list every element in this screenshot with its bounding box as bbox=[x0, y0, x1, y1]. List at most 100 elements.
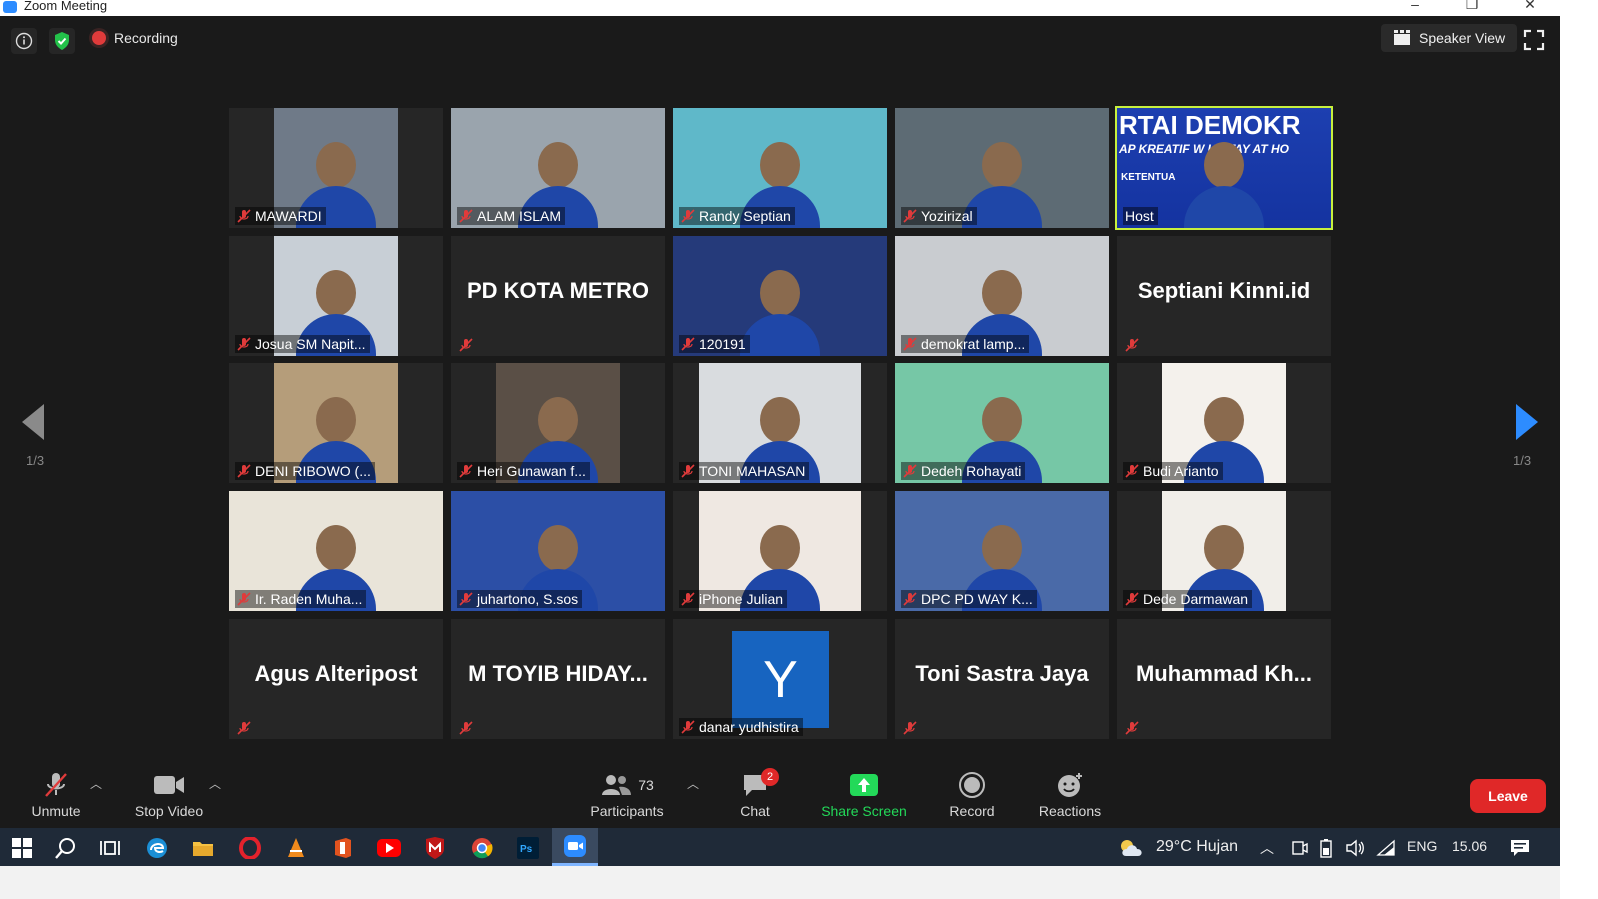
chrome-browser-icon[interactable] bbox=[468, 834, 496, 862]
reactions-button[interactable]: Reactions bbox=[1034, 771, 1106, 819]
record-button[interactable]: Record bbox=[944, 771, 1000, 819]
participant-tile[interactable]: Randy Septian bbox=[673, 108, 887, 228]
record-icon bbox=[959, 772, 985, 798]
system-clock[interactable]: 15.06 bbox=[1452, 838, 1487, 854]
wifi-network-icon[interactable] bbox=[1372, 834, 1400, 862]
close-icon[interactable]: ✕ bbox=[1515, 0, 1545, 13]
participant-name-label: TONI MAHASAN bbox=[679, 462, 810, 480]
battery-icon[interactable] bbox=[1312, 834, 1340, 862]
participant-name-label: Dede Darmawan bbox=[1123, 590, 1253, 608]
volume-speaker-icon[interactable] bbox=[1341, 834, 1369, 862]
restore-icon[interactable]: ❐ bbox=[1457, 0, 1487, 13]
participant-tile[interactable]: Heri Gunawan f... bbox=[451, 363, 665, 483]
share-screen-label: Share Screen bbox=[821, 803, 907, 819]
participant-tile[interactable]: PD KOTA METRO bbox=[451, 236, 665, 356]
participant-tile[interactable]: Josua SM Napit... bbox=[229, 236, 443, 356]
participants-caret-icon[interactable]: ︿ bbox=[687, 775, 699, 792]
search-icon[interactable] bbox=[52, 834, 80, 862]
leave-button[interactable]: Leave bbox=[1470, 779, 1546, 813]
speaker-view-label: Speaker View bbox=[1419, 30, 1506, 46]
previous-page-arrow-icon[interactable] bbox=[22, 404, 46, 440]
participant-tile[interactable]: Agus Alteripost bbox=[229, 619, 443, 739]
participant-name-text: DPC PD WAY K... bbox=[921, 591, 1033, 607]
participant-tile[interactable]: Ydanar yudhistira bbox=[673, 619, 887, 739]
participant-name-label: Josua SM Napit... bbox=[235, 335, 370, 353]
recording-indicator[interactable]: Recording bbox=[92, 30, 178, 46]
participant-name-label: DPC PD WAY K... bbox=[901, 590, 1037, 608]
participant-tile[interactable]: 120191 bbox=[673, 236, 887, 356]
chat-button[interactable]: 2 Chat bbox=[732, 768, 779, 819]
participant-name-text: Dede Darmawan bbox=[1143, 591, 1249, 607]
speaker-view-button[interactable]: Speaker View bbox=[1381, 24, 1518, 52]
reactions-label: Reactions bbox=[1038, 803, 1102, 819]
participant-tile[interactable]: Muhammad Kh... bbox=[1117, 619, 1331, 739]
show-hidden-icons-chevron-icon[interactable]: ︿ bbox=[1260, 838, 1274, 858]
zoom-app-icon bbox=[3, 1, 17, 13]
file-explorer-icon[interactable] bbox=[189, 834, 217, 862]
notifications-icon[interactable] bbox=[1506, 834, 1534, 862]
muted-mic-icon bbox=[903, 209, 917, 223]
participant-tile[interactable]: DENI RIBOWO (... bbox=[229, 363, 443, 483]
participant-tile[interactable]: ALAM ISLAM bbox=[451, 108, 665, 228]
participant-tile[interactable]: iPhone Julian bbox=[673, 491, 887, 611]
muted-mic-icon bbox=[681, 464, 695, 478]
participant-tile[interactable]: DPC PD WAY K... bbox=[895, 491, 1109, 611]
participant-tile[interactable]: Septiani Kinni.id bbox=[1117, 236, 1331, 356]
record-label: Record bbox=[949, 803, 995, 819]
participant-tile[interactable]: TONI MAHASAN bbox=[673, 363, 887, 483]
host-banner-title: RTAI DEMOKR bbox=[1119, 110, 1301, 140]
fullscreen-icon[interactable] bbox=[1522, 28, 1546, 52]
participant-tile[interactable]: Dede Darmawan bbox=[1117, 491, 1331, 611]
participant-tile[interactable]: Yozirizal bbox=[895, 108, 1109, 228]
muted-mic-icon bbox=[237, 337, 251, 351]
video-options-caret-icon[interactable]: ︿ bbox=[209, 775, 221, 792]
photoshop-icon[interactable]: Ps bbox=[514, 834, 542, 862]
participants-count: 73 bbox=[638, 777, 654, 793]
participant-display-name: M TOYIB HIDAY... bbox=[468, 661, 648, 686]
stop-video-button[interactable]: Stop Video bbox=[128, 771, 210, 819]
vlc-player-icon[interactable] bbox=[282, 834, 310, 862]
share-screen-button[interactable]: Share Screen bbox=[818, 771, 910, 819]
participant-name-text: Yozirizal bbox=[921, 208, 973, 224]
participant-tile[interactable]: Ir. Raden Muha... bbox=[229, 491, 443, 611]
audio-options-caret-icon[interactable]: ︿ bbox=[90, 775, 102, 792]
participant-tile[interactable]: Toni Sastra Jaya bbox=[895, 619, 1109, 739]
weather-cloud-icon[interactable] bbox=[1117, 834, 1147, 862]
participant-tile[interactable]: juhartono, S.sos bbox=[451, 491, 665, 611]
opera-browser-icon[interactable] bbox=[236, 834, 264, 862]
youtube-icon[interactable] bbox=[375, 834, 403, 862]
zoom-taskbar-icon[interactable] bbox=[552, 828, 598, 866]
office-icon[interactable] bbox=[329, 834, 357, 862]
unmute-label: Unmute bbox=[31, 803, 81, 819]
edge-browser-icon[interactable] bbox=[143, 834, 171, 862]
info-icon[interactable] bbox=[11, 28, 37, 54]
meeting-toolbar: Unmute ︿ Stop Video ︿ 73 Participants ︿ … bbox=[0, 765, 1560, 828]
task-view-icon[interactable] bbox=[96, 834, 124, 862]
muted-mic-icon bbox=[1125, 592, 1139, 606]
next-page-arrow-icon[interactable] bbox=[1514, 404, 1538, 440]
windows-start-icon[interactable] bbox=[8, 834, 36, 862]
participant-name-label: juhartono, S.sos bbox=[457, 590, 583, 608]
minimize-icon[interactable]: – bbox=[1400, 0, 1430, 12]
weather-text[interactable]: 29°C Hujan bbox=[1156, 838, 1238, 856]
participant-tile[interactable]: Budi Arianto bbox=[1117, 363, 1331, 483]
encryption-shield-icon[interactable] bbox=[49, 28, 75, 54]
participant-tile[interactable]: MAWARDI bbox=[229, 108, 443, 228]
participant-display-name: PD KOTA METRO bbox=[466, 278, 650, 303]
mcafee-icon[interactable] bbox=[421, 834, 449, 862]
participant-tile[interactable]: RTAI DEMOKR AP KREATIF W U STAY AT HO KETE… bbox=[1115, 106, 1333, 230]
unmute-button[interactable]: Unmute bbox=[26, 771, 86, 819]
participant-tile[interactable]: demokrat lamp... bbox=[895, 236, 1109, 356]
participants-icon bbox=[602, 775, 632, 795]
input-language[interactable]: ENG bbox=[1407, 838, 1437, 854]
participant-silhouette bbox=[740, 270, 820, 356]
participant-tile[interactable]: M TOYIB HIDAY... bbox=[451, 619, 665, 739]
meet-now-icon[interactable] bbox=[1286, 834, 1314, 862]
muted-mic-icon bbox=[459, 338, 473, 352]
participants-button[interactable]: 73 Participants bbox=[582, 771, 672, 819]
page-indicator-left: 1/3 bbox=[26, 453, 45, 468]
participant-name-text: TONI MAHASAN bbox=[699, 463, 806, 479]
participant-name-text: 120191 bbox=[699, 336, 746, 352]
speaker-view-icon bbox=[1394, 30, 1410, 45]
participant-tile[interactable]: Dedeh Rohayati bbox=[895, 363, 1109, 483]
